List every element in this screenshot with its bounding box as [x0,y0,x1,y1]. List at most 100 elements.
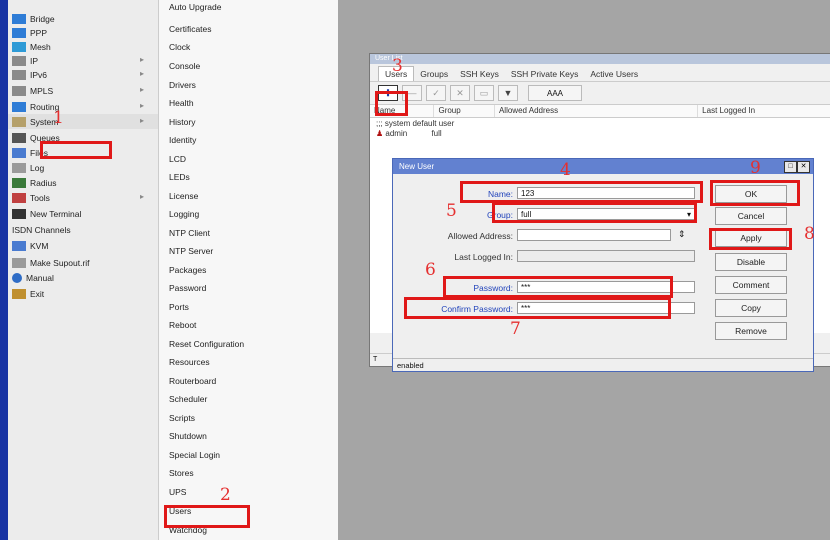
tab-groups[interactable]: Groups [414,67,454,81]
submenu-item-password[interactable]: Password [169,281,206,296]
winbox-sidebar-strip [0,0,8,540]
menu-item-files[interactable]: Files [8,145,158,160]
remove-button[interactable]: — [402,85,422,101]
menu-item-ipv6[interactable]: IPv6 ▸ [8,67,158,82]
submenu-item-health[interactable]: Health [169,96,194,111]
column-last-logged-in[interactable]: Last Logged In [698,105,830,117]
submenu-item-logging[interactable]: Logging [169,207,199,222]
allowed-address-field[interactable] [517,229,671,241]
submenu-item-reboot[interactable]: Reboot [169,318,196,333]
cancel-button[interactable]: Cancel [715,207,787,225]
submenu-item-license[interactable]: License [169,189,198,204]
enable-button[interactable]: ✓ [426,85,446,101]
radius-icon [12,177,26,188]
menu-item-bridge[interactable]: Bridge [8,11,158,26]
submenu-item-ntp-client[interactable]: NTP Client [169,226,210,241]
menu-item-queues[interactable]: Queues [8,130,158,145]
confirm-password-field[interactable]: *** [517,302,695,314]
menu-item-mpls[interactable]: MPLS ▸ [8,83,158,98]
menu-item-system[interactable]: System ▸ [8,114,158,129]
group-select[interactable]: full ▾ [517,208,695,220]
submenu-item-ups[interactable]: UPS [169,485,186,500]
submenu-item-auto-upgrade[interactable]: Auto Upgrade [169,0,221,15]
submenu-item-watchdog[interactable]: Watchdog [169,523,207,538]
submenu-item-packages[interactable]: Packages [169,263,206,278]
menu-item-make-supout[interactable]: Make Supout.rif [8,255,158,270]
submenu-item-scheduler[interactable]: Scheduler [169,392,207,407]
close-icon[interactable]: ✕ [797,161,810,173]
submenu-item-lcd[interactable]: LCD [169,152,186,167]
apply-button[interactable]: Apply [715,229,787,247]
submenu-item-leds[interactable]: LEDs [169,170,190,185]
filter-icon: ▼ [503,88,513,98]
table-row-comment[interactable]: ;;; system default user [376,119,454,128]
menu-item-routing[interactable]: Routing ▸ [8,99,158,114]
submenu-arrow-icon: ▸ [139,69,144,78]
menu-item-label: Exit [30,288,45,299]
maximize-icon[interactable]: □ [784,161,797,173]
ok-button[interactable]: OK [715,185,787,203]
menu-item-log[interactable]: Log [8,160,158,175]
menu-item-label: Radius [30,177,57,188]
menu-item-manual[interactable]: Manual [8,270,158,285]
tab-ssh-keys[interactable]: SSH Keys [454,67,505,81]
submenu-item-clock[interactable]: Clock [169,40,190,55]
submenu-item-certificates[interactable]: Certificates [169,22,212,37]
submenu-item-users[interactable]: Users [169,504,191,519]
tab-active-users[interactable]: Active Users [584,67,644,81]
submenu-item-scripts[interactable]: Scripts [169,411,195,426]
submenu-item-identity[interactable]: Identity [169,133,196,148]
check-icon: ✓ [432,87,440,98]
menu-item-label: Tools [30,192,50,203]
menu-item-ip[interactable]: IP ▸ [8,53,158,68]
filter-button[interactable]: ▼ [498,85,518,101]
menu-item-radius[interactable]: Radius [8,175,158,190]
menu-item-mesh[interactable]: Mesh [8,39,158,54]
routing-icon [12,101,26,112]
submenu-item-special-login[interactable]: Special Login [169,448,220,463]
add-button[interactable]: ✚ [378,85,398,101]
menu-item-label: Files [30,147,48,158]
disable-button[interactable]: ✕ [450,85,470,101]
submenu-item-routerboard[interactable]: Routerboard [169,374,216,389]
submenu-item-stores[interactable]: Stores [169,466,194,481]
remove-user-button[interactable]: Remove [715,322,787,340]
comment-button[interactable]: ▭ [474,85,494,101]
disable-user-button[interactable]: Disable [715,253,787,271]
menu-item-label: ISDN Channels [12,224,71,235]
column-group[interactable]: Group [434,105,495,117]
submenu-item-shutdown[interactable]: Shutdown [169,429,207,444]
column-name[interactable]: Name [370,105,435,117]
submenu-item-ntp-server[interactable]: NTP Server [169,244,213,259]
menu-item-ppp[interactable]: PPP [8,25,158,40]
comment-user-button[interactable]: Comment [715,276,787,294]
system-submenu: Auto Upgrade Certificates Clock Console … [158,0,339,540]
step-number-4: 4 [560,160,571,180]
submenu-item-ports[interactable]: Ports [169,300,189,315]
submenu-item-resources[interactable]: Resources [169,355,210,370]
name-field[interactable]: 123 [517,187,695,199]
submenu-item-history[interactable]: History [169,115,195,130]
menu-item-kvm[interactable]: KVM [8,238,158,253]
copy-button[interactable]: Copy [715,299,787,317]
expand-icon[interactable]: ⇕ [678,229,686,240]
tab-ssh-private-keys[interactable]: SSH Private Keys [505,67,585,81]
submenu-arrow-icon: ▸ [139,116,144,125]
kvm-icon [12,240,26,251]
aaa-button[interactable]: AAA [528,85,582,101]
menu-item-exit[interactable]: Exit [8,286,158,301]
submenu-item-reset-configuration[interactable]: Reset Configuration [169,337,244,352]
menu-item-tools[interactable]: Tools ▸ [8,190,158,205]
step-number-5: 5 [446,201,457,221]
table-row-admin[interactable]: ♟ admin full [376,129,442,138]
menu-item-new-terminal[interactable]: New Terminal [8,206,158,221]
submenu-item-drivers[interactable]: Drivers [169,78,196,93]
ppp-icon [12,27,26,38]
row-comment-text: ;;; system default user [376,119,455,128]
submenu-item-console[interactable]: Console [169,59,200,74]
comment-icon: ▭ [479,87,489,98]
column-allowed-address[interactable]: Allowed Address [495,105,699,117]
menu-item-isdn-channels[interactable]: ISDN Channels [8,222,158,237]
step-number-3: 3 [392,56,403,76]
password-field[interactable]: *** [517,281,695,293]
